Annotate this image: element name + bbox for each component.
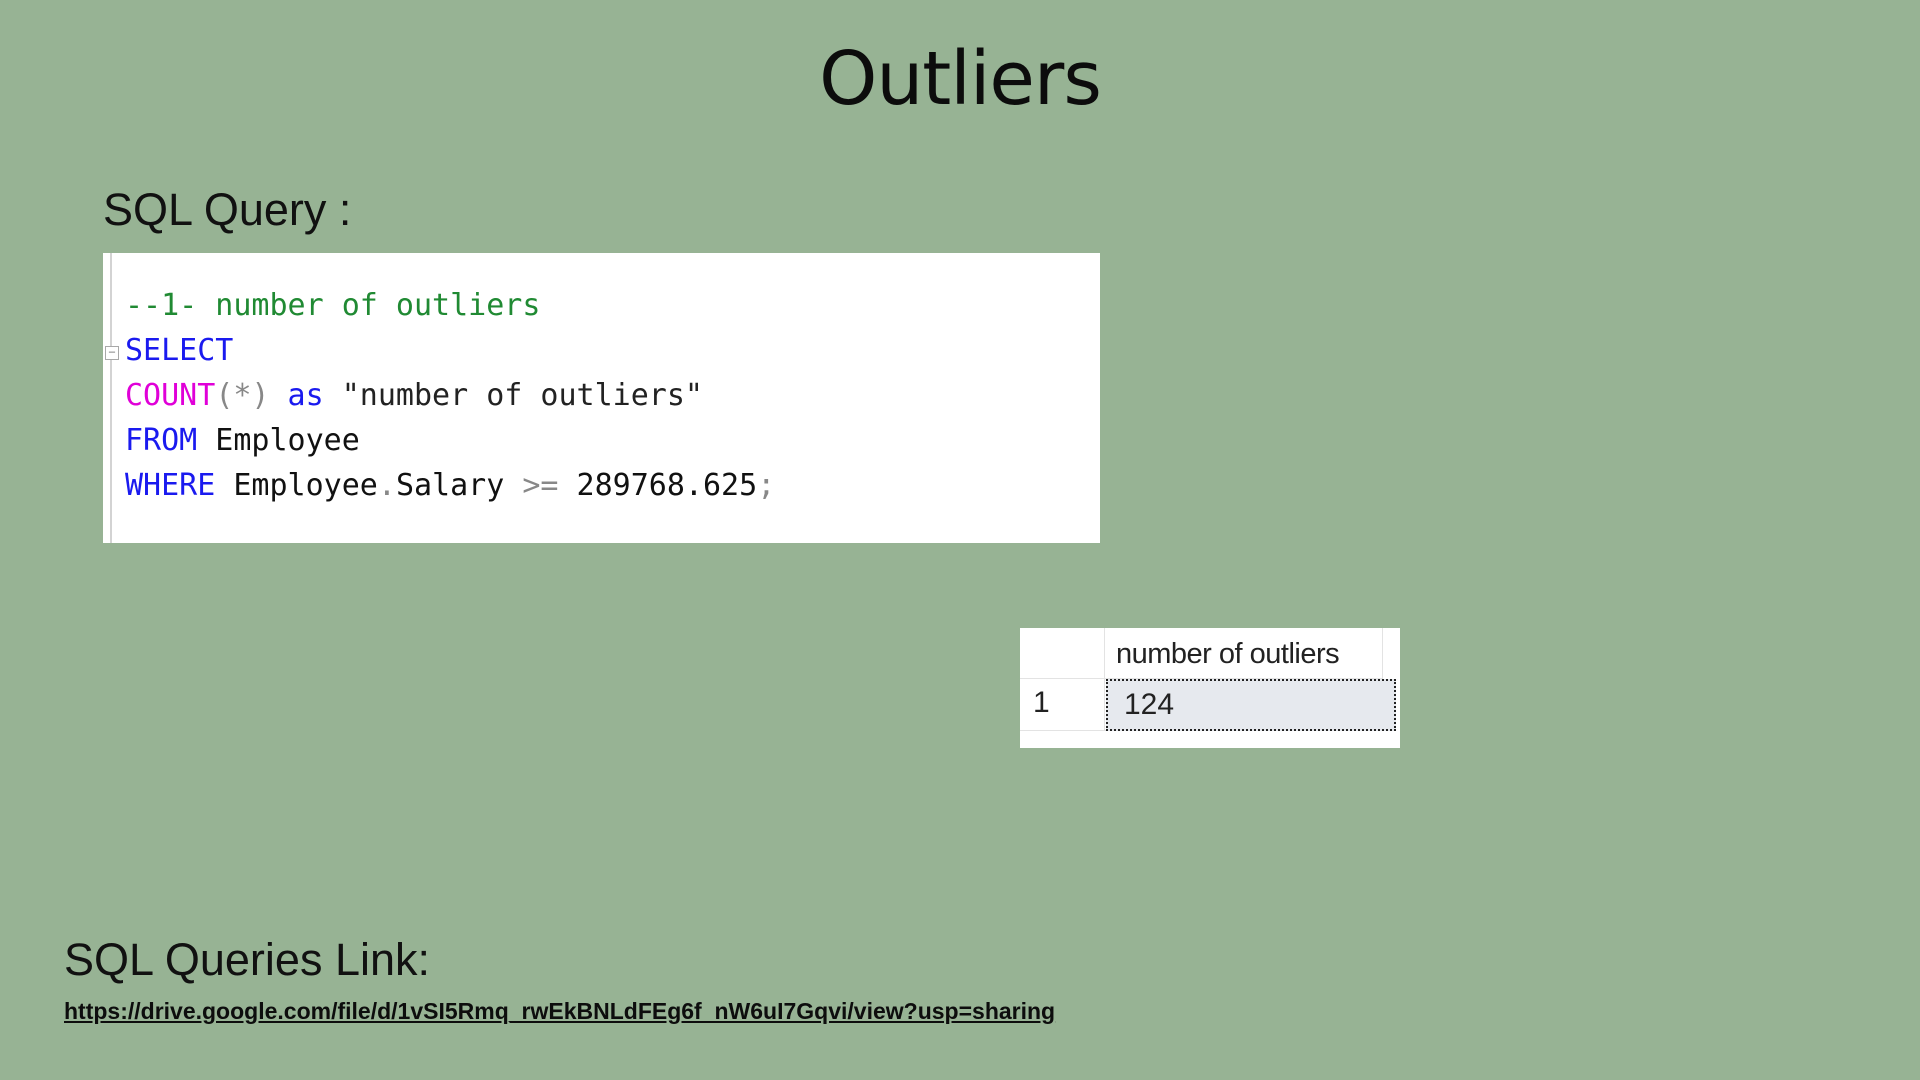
results-column-divider (1104, 628, 1105, 730)
code-token-func: COUNT (125, 378, 216, 413)
code-token-ident: Employee (215, 468, 378, 503)
code-line: --1- number of outliers (125, 283, 775, 328)
sql-query-heading: SQL Query : (103, 184, 352, 235)
drive-link[interactable]: https://drive.google.com/file/d/1vSI5Rmq… (64, 998, 1055, 1025)
code-line: SELECT (125, 328, 775, 373)
code-token-string: "number of outliers" (341, 378, 703, 413)
code-token-num: 289768.625 (558, 468, 758, 503)
sql-code-panel: − --1- number of outliers SELECT COUNT(*) … (103, 253, 1100, 543)
results-header-end-divider (1382, 628, 1383, 678)
code-line: FROM Employee (125, 418, 775, 463)
results-column-header[interactable]: number of outliers (1116, 638, 1340, 671)
code-token-keyword: WHERE (125, 468, 216, 503)
code-token-punct: ; (757, 468, 776, 503)
code-token-keyword: as (269, 378, 342, 413)
code-line: WHERE Employee.Salary >= 289768.625; (125, 463, 775, 508)
code-token-keyword: SELECT (125, 333, 234, 368)
sql-code-lines: --1- number of outliers SELECT COUNT(*) as… (125, 283, 775, 508)
code-token-comment: --1- number of outliers (125, 288, 541, 323)
results-row-number[interactable]: 1 (1033, 686, 1050, 720)
results-grid: number of outliers 1 124 (1020, 628, 1400, 748)
code-token-op: >= (522, 468, 559, 503)
sql-queries-link-heading: SQL Queries Link: (64, 934, 430, 985)
code-token-ident: Employee (197, 423, 360, 458)
code-token-punct: (*) (215, 378, 270, 413)
slide-title: Outliers (819, 36, 1102, 122)
code-line: COUNT(*) as "number of outliers" (125, 373, 775, 418)
code-token-keyword: FROM (125, 423, 198, 458)
code-token-punct: . (377, 468, 396, 503)
results-value-cell[interactable]: 124 (1106, 679, 1396, 731)
code-gutter (110, 253, 115, 543)
collapse-toggle-icon[interactable]: − (105, 346, 119, 360)
code-token-ident: Salary (395, 468, 523, 503)
